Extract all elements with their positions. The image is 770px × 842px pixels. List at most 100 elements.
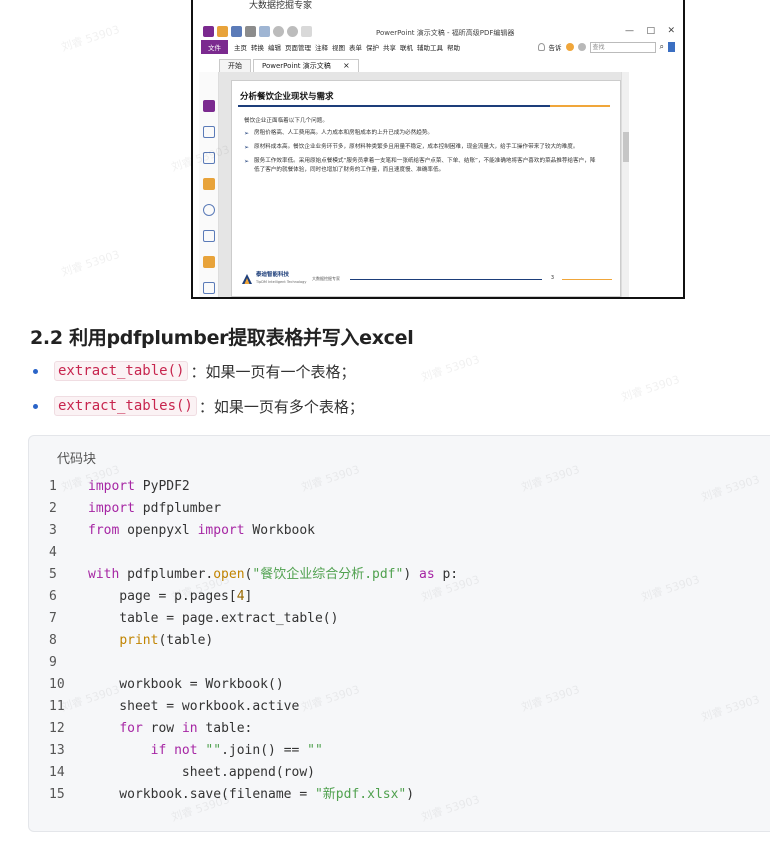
tab-powerpoint-doc[interactable]: PowerPoint 演示文稿 × — [253, 59, 359, 72]
pdf-title-rule-accent — [550, 105, 610, 107]
lightbulb-icon[interactable] — [537, 43, 545, 51]
code-text: import pdfplumber — [88, 501, 222, 516]
code-block: 代码块 1 import PyPDF2 2 import pdfplumber 3 fro… — [28, 435, 770, 832]
footer-rule-accent — [562, 279, 612, 280]
code-block-title: 代码块 — [57, 452, 97, 467]
menu-comment[interactable]: 注释 — [315, 42, 328, 52]
comment-icon[interactable] — [203, 178, 215, 190]
code-text: if not "".join() == "" — [150, 743, 323, 758]
menu-edit[interactable]: 编辑 — [268, 42, 281, 52]
inline-code: extract_tables() — [54, 396, 197, 416]
document-canvas: 分析餐饮企业现状与需求 餐饮企业正面临着以下几个问题。 房租价格高、人工费用高。… — [219, 72, 629, 297]
code-text: workbook.save(filename = "新pdf.xlsx") — [88, 787, 415, 802]
code-text: with pdfplumber.open("餐饮企业综合分析.pdf") as … — [88, 567, 459, 582]
line-number: 12 — [49, 721, 65, 736]
window-controls: — □ ✕ — [625, 26, 675, 38]
line-number: 10 — [49, 677, 65, 692]
code-text: table = page.extract_table() — [88, 611, 339, 626]
stamp-icon[interactable] — [203, 230, 215, 242]
line-number: 1 — [49, 479, 57, 494]
menu-bar: 文件 主页 转换 编辑 页面管理 注释 视图 表单 保护 共享 联机 辅助工具 … — [201, 40, 677, 54]
bookmark-icon[interactable] — [203, 126, 215, 138]
line-number: 15 — [49, 787, 65, 802]
tell-me-label[interactable]: 告诉 — [549, 42, 562, 52]
pages-icon[interactable] — [203, 100, 215, 112]
line-number: 13 — [49, 743, 65, 758]
app-title: PowerPoint 演示文稿 - 福昕高级PDF编辑器 — [376, 29, 515, 37]
pdf-page: 分析餐饮企业现状与需求 餐饮企业正面临着以下几个问题。 房租价格高、人工费用高。… — [231, 80, 621, 297]
line-number: 14 — [49, 765, 65, 780]
code-text: workbook = Workbook() — [88, 677, 284, 692]
print-icon — [259, 26, 270, 37]
minimize-button[interactable]: — — [625, 26, 634, 38]
list-item-text: ：如果一页有一个表格； — [190, 362, 356, 381]
maximize-button[interactable]: □ — [646, 26, 655, 38]
line-number: 8 — [49, 633, 57, 648]
layers-icon[interactable] — [203, 282, 215, 294]
menu-right-group: 告诉 查找 ⌕ — [537, 40, 675, 54]
code-text: import PyPDF2 — [88, 479, 190, 494]
line-number: 6 — [49, 589, 57, 604]
menu-protect[interactable]: 保护 — [366, 42, 379, 52]
pdf-bullet: 房租价格高、人工费用高。人力成本和房租成本的上升已成为必然趋势。 — [244, 129, 600, 138]
menu-help[interactable]: 帮助 — [447, 42, 460, 52]
signature-icon[interactable] — [203, 152, 215, 164]
menu-tools[interactable]: 辅助工具 — [417, 42, 443, 52]
list-item: extract_table() ：如果一页有一个表格； — [33, 359, 355, 383]
redo-icon — [287, 26, 298, 37]
tab-start[interactable]: 开始 — [219, 59, 251, 72]
watermark-text: 刘睿 53903 — [59, 247, 122, 280]
pdf-page-body: 餐饮企业正面临着以下几个问题。 房租价格高、人工费用高。人力成本和房租成本的上升… — [244, 117, 600, 180]
search-icon[interactable]: ⌕ — [660, 42, 664, 52]
open-icon — [217, 26, 228, 37]
line-number: 11 — [49, 699, 65, 714]
code-text: sheet = workbook.active — [88, 699, 300, 714]
list-item: extract_tables() ：如果一页有多个表格； — [33, 394, 364, 418]
code-text: print(table) — [119, 633, 214, 648]
screenshot-caption: 大数据挖掘专家 — [193, 0, 683, 22]
page-number: 3 — [550, 275, 554, 281]
menu-share[interactable]: 共享 — [383, 42, 396, 52]
footer-brand-sub: TipDM Intelligent Technology — [256, 280, 307, 284]
line-number: 2 — [49, 501, 57, 516]
menu-file[interactable]: 文件 — [201, 40, 228, 54]
document-tabs: 开始 PowerPoint 演示文稿 × — [219, 58, 643, 72]
menu-view[interactable]: 视图 — [332, 42, 345, 52]
pdf-page-title: 分析餐饮企业现状与需求 — [240, 92, 334, 102]
footer-rule — [350, 279, 542, 280]
hand-icon — [301, 26, 312, 37]
list-item-text: ：如果一页有多个表格； — [198, 397, 364, 416]
pdf-bullet: 服务工作效率低。采用原始点餐模式“服务员拿着一支笔和一张纸给客户点菜、下单、结账… — [244, 157, 600, 175]
status-dot-icon — [565, 43, 574, 51]
watermark-text: 刘睿 53903 — [419, 352, 482, 385]
app-logo-icon — [203, 26, 214, 37]
brand-logo-icon — [242, 274, 252, 284]
menu-connect[interactable]: 联机 — [400, 42, 413, 52]
code-text: page = p.pages[4] — [88, 589, 253, 604]
line-number: 7 — [49, 611, 57, 626]
vertical-scrollbar[interactable] — [621, 72, 629, 297]
watermark-text: 刘睿 53903 — [619, 372, 682, 405]
menu-convert[interactable]: 转换 — [251, 42, 264, 52]
close-button[interactable]: ✕ — [667, 26, 675, 38]
attachment-icon[interactable] — [203, 204, 215, 216]
footer-tag: 大数据挖掘专家 — [312, 276, 340, 281]
close-icon[interactable]: × — [343, 61, 350, 70]
footer-brand: 泰迪智能科技 — [256, 272, 290, 278]
code-text: sheet.append(row) — [88, 765, 315, 780]
left-toolbar — [199, 72, 219, 297]
undo-icon — [273, 26, 284, 37]
expand-ribbon-icon[interactable] — [668, 42, 675, 52]
menu-pages[interactable]: 页面管理 — [285, 42, 311, 52]
menu-form[interactable]: 表单 — [349, 42, 362, 52]
line-number: 9 — [49, 655, 57, 670]
menu-home[interactable]: 主页 — [234, 42, 247, 52]
code-text: for row in table: — [119, 721, 253, 736]
line-number: 4 — [49, 545, 57, 560]
embedded-screenshot: 大数据挖掘专家 PowerPoint 演示文稿 - 福昕高级PDF编辑器 — □… — [191, 0, 685, 299]
find-input[interactable]: 查找 — [589, 41, 656, 53]
line-number: 5 — [49, 567, 57, 582]
lock-icon[interactable] — [203, 256, 215, 268]
user-icon[interactable] — [577, 43, 586, 51]
pdf-footer: 泰迪智能科技 TipDM Intelligent Technology 大数据挖… — [240, 270, 612, 290]
